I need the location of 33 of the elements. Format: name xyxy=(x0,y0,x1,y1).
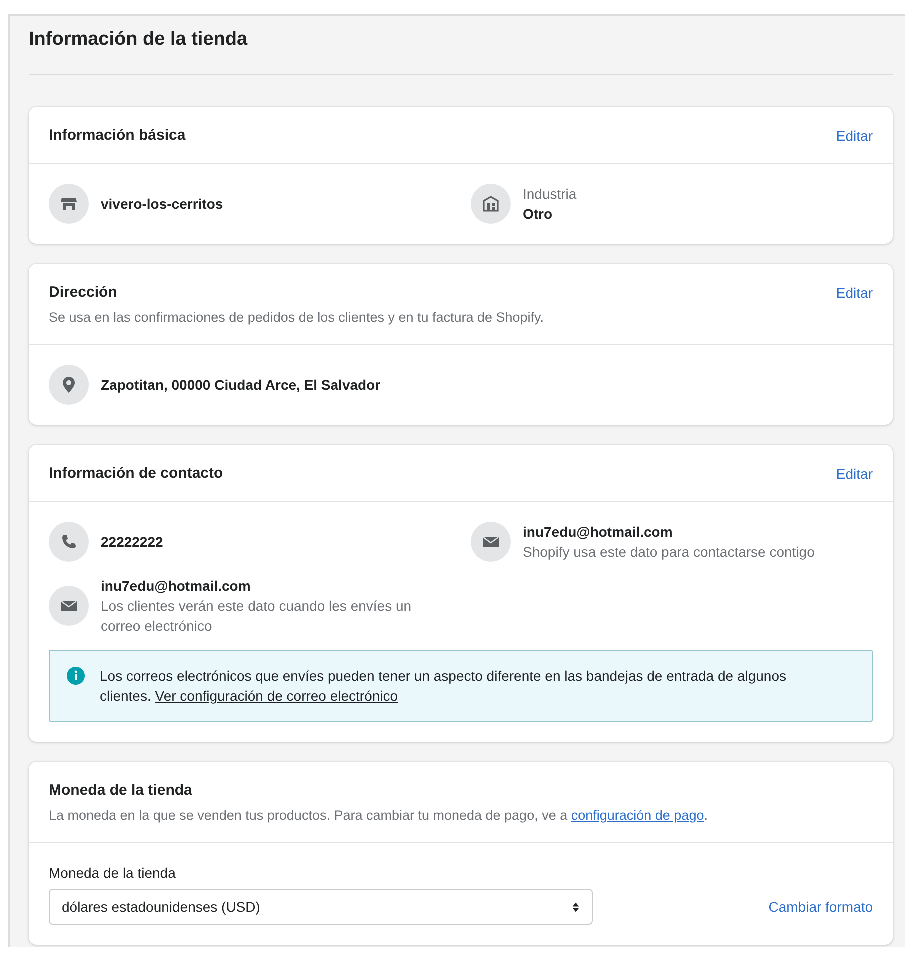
edit-link[interactable]: Editar xyxy=(836,128,873,144)
item-value: Zapotitan, 00000 Ciudad Arce, El Salvador xyxy=(101,376,381,395)
section-title: Moneda de la tienda xyxy=(49,781,192,801)
envelope-icon xyxy=(49,586,89,626)
field-label: Moneda de la tienda xyxy=(49,864,177,883)
info-icon xyxy=(66,666,86,686)
change-format-link[interactable]: Cambiar formato xyxy=(768,899,873,915)
page-title: Información de la tienda xyxy=(29,28,249,52)
payment-settings-link[interactable]: configuración de pago xyxy=(571,808,704,823)
phone-icon xyxy=(49,522,89,562)
section-description: La moneda en la que se venden tus productos. Para cambiar tu moneda de pago, ve a configuración de pago. xyxy=(49,807,709,825)
edit-link[interactable]: Editar xyxy=(836,466,873,482)
banner-text: Los correos electrónicos que envíes pueden tener un aspecto diferente en las bandejas de entrada de algunos clientes. Ver configuración de correo electrónico xyxy=(100,667,788,706)
item-note: Shopify usa este dato para contactarse contigo xyxy=(523,543,815,562)
item-value: 22222222 xyxy=(101,533,164,552)
section-title: Información básica xyxy=(49,126,186,146)
email-settings-link[interactable]: Ver configuración de correo electrónico xyxy=(155,688,398,704)
item-value: vivero-los-cerritos xyxy=(101,195,224,214)
envelope-icon xyxy=(471,522,511,562)
item-value: Otro xyxy=(523,205,554,224)
item-value: inu7edu@hotmail.com xyxy=(101,577,252,596)
section-description: Se usa en las confirmaciones de pedidos de los clientes y en tu factura de Shopify. xyxy=(49,309,546,327)
item-note: Los clientes verán este dato cuando les envíes un correo electrónico xyxy=(101,597,413,636)
item-value: inu7edu@hotmail.com xyxy=(523,523,674,542)
location-pin-icon xyxy=(49,365,89,405)
edit-link[interactable]: Editar xyxy=(836,285,873,301)
store-icon xyxy=(49,184,89,224)
building-icon xyxy=(471,184,511,224)
section-title: Dirección xyxy=(49,283,118,303)
item-label: Industria xyxy=(523,185,577,204)
currency-select[interactable]: dólares estadounidenses (USD) xyxy=(49,889,593,925)
section-title: Información de contacto xyxy=(49,464,224,484)
sort-caret-icon xyxy=(572,902,580,912)
